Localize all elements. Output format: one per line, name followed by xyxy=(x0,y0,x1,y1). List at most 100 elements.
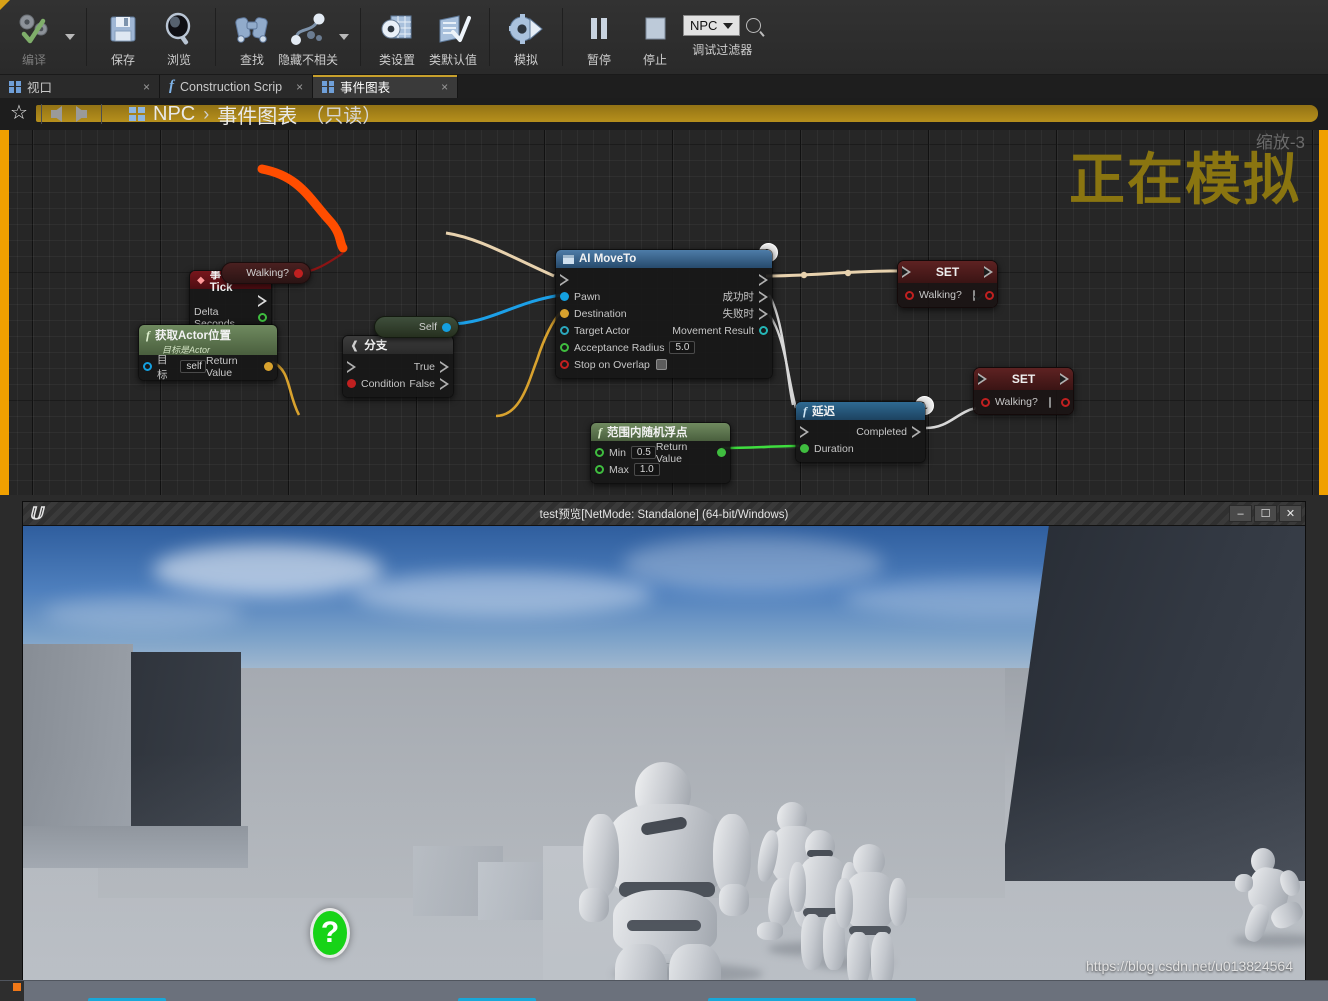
acceptance-radius-field[interactable]: 5.0 xyxy=(669,341,696,354)
node-get-actor-location[interactable]: f 获取Actor位置 目标是Actor 目标 self Return Valu… xyxy=(138,324,278,381)
pie-title-bar[interactable]: 𝕌 test预览[NetMode: Standalone] (64-bit/Wi… xyxy=(23,502,1305,526)
pin-label-on-success: 成功时 xyxy=(722,291,755,303)
checklist-icon xyxy=(435,9,471,49)
acceptance-radius-in-pin[interactable] xyxy=(560,343,569,352)
tab-event-graph[interactable]: 事件图表 × xyxy=(313,75,459,98)
set2-exec-out-pin[interactable] xyxy=(1060,373,1069,385)
save-button[interactable]: 保存 xyxy=(95,3,151,71)
exec-out-pin[interactable] xyxy=(258,294,267,307)
minimize-button[interactable]: – xyxy=(1229,505,1252,522)
stop-on-overlap-in-pin[interactable] xyxy=(560,360,569,369)
class-settings-label: 类设置 xyxy=(378,53,415,67)
on-success-pin[interactable] xyxy=(759,290,768,303)
pie-viewport[interactable]: https://blog.csdn.net/u013824564 xyxy=(23,526,1305,980)
set1-value-in-pin[interactable] xyxy=(905,290,914,300)
set2-exec-in-pin[interactable] xyxy=(978,373,987,385)
tab-viewport-close-icon[interactable]: × xyxy=(143,80,150,94)
delay-completed-pin[interactable] xyxy=(912,425,921,438)
browse-button[interactable]: 浏览 xyxy=(151,3,207,71)
compile-button[interactable]: 编译 xyxy=(6,3,62,71)
simulate-button[interactable]: 模拟 xyxy=(498,3,554,71)
node-random-float-in-range[interactable]: f 范围内随机浮点 Min 0.5 Return Value Max 1.0 xyxy=(590,422,731,484)
latent-node-icon xyxy=(563,254,574,264)
taskbar-item[interactable] xyxy=(82,981,172,1001)
hide-unrelated-button[interactable]: 隐藏不相关 xyxy=(278,3,338,71)
debug-filter-combo[interactable]: NPC xyxy=(683,15,741,36)
set2-value-checkbox[interactable] xyxy=(1048,396,1051,408)
set2-value-out-pin[interactable] xyxy=(1060,397,1070,407)
set1-value-checkbox[interactable] xyxy=(972,289,975,301)
node-set-walking-true[interactable]: SET Walking? xyxy=(897,260,998,308)
tab-construction-script-close-icon[interactable]: × xyxy=(296,80,303,94)
node-get-actor-location-header: f 获取Actor位置 目标是Actor xyxy=(139,325,277,355)
branch-exec-in-pin[interactable] xyxy=(347,360,356,373)
graph-grid-background: 缩放-3 正在模拟 ◆ 事 Tick Delta Seconds Walking… xyxy=(9,130,1319,495)
max-value-field[interactable]: 1.0 xyxy=(633,463,660,476)
branch-true-pin[interactable] xyxy=(440,360,449,373)
pause-button[interactable]: 暂停 xyxy=(571,3,627,71)
ai-exec-in-pin[interactable] xyxy=(560,273,569,286)
ai-exec-out-pin[interactable] xyxy=(759,273,768,286)
duration-in-pin[interactable] xyxy=(800,444,809,453)
return-value-out-pin[interactable] xyxy=(717,448,726,457)
node-ai-move-to-body: Pawn 成功时 Destination 失败时 Target Actor Mo… xyxy=(556,268,772,378)
tab-viewport[interactable]: 视口 × xyxy=(0,75,160,98)
start-button[interactable] xyxy=(0,980,24,1001)
node-branch[interactable]: ❰ 分支 True Condition False xyxy=(342,335,454,398)
forward-arrow-icon[interactable] xyxy=(76,106,87,122)
favorite-star-icon[interactable]: ☆ xyxy=(10,103,32,125)
stop-on-overlap-checkbox[interactable] xyxy=(655,359,667,370)
pin-label-stop-on-overlap: Stop on Overlap xyxy=(574,358,650,371)
tab-construction-script[interactable]: f Construction Scrip × xyxy=(160,75,314,98)
taskbar-item[interactable] xyxy=(702,981,922,1001)
set1-var-label: Walking? xyxy=(919,289,962,301)
return-value-out-pin[interactable] xyxy=(264,362,273,371)
set1-value-out-pin[interactable] xyxy=(984,290,994,300)
node-delay[interactable]: f 延迟 Completed Duration xyxy=(795,401,926,463)
target-actor-in-pin[interactable] xyxy=(560,326,569,335)
movement-result-out-pin[interactable] xyxy=(759,326,768,335)
hide-unrelated-dropdown-button[interactable] xyxy=(336,3,352,71)
pin-row-branch-condition: Condition False xyxy=(343,375,453,392)
compile-dropdown-button[interactable] xyxy=(62,3,78,71)
stop-button[interactable]: 停止 xyxy=(627,3,683,71)
delay-exec-in-pin[interactable] xyxy=(800,425,809,438)
set1-exec-in-pin[interactable] xyxy=(902,266,911,278)
tab-event-graph-close-icon[interactable]: × xyxy=(441,80,448,94)
node-self[interactable]: Self xyxy=(374,316,459,338)
min-value-field[interactable]: 0.5 xyxy=(630,446,656,459)
set2-value-in-pin[interactable] xyxy=(981,397,990,407)
debug-filter-value: NPC xyxy=(690,18,718,33)
back-arrow-icon[interactable] xyxy=(51,106,62,122)
destination-in-pin[interactable] xyxy=(560,309,569,318)
breadcrumb-leaf[interactable]: 事件图表 xyxy=(217,100,297,129)
delta-seconds-pin[interactable] xyxy=(258,313,267,322)
green-question-mark-icon[interactable]: ? xyxy=(310,908,350,958)
set1-exec-out-pin[interactable] xyxy=(984,266,993,278)
class-settings-button[interactable]: 类设置 xyxy=(369,3,425,71)
on-fail-pin[interactable] xyxy=(759,307,768,320)
event-graph-canvas[interactable]: 缩放-3 正在模拟 ◆ 事 Tick Delta Seconds Walking… xyxy=(0,130,1328,495)
close-button[interactable]: ✕ xyxy=(1279,505,1302,522)
breadcrumb: ☆ NPC › 事件图表 （只读） xyxy=(0,98,1328,130)
max-in-pin[interactable] xyxy=(595,465,604,474)
toolbar-divider xyxy=(489,8,490,66)
walking-out-pin[interactable] xyxy=(294,268,303,278)
node-ai-move-to[interactable]: AI MoveTo Pawn 成功时 Destination 失败时 Targe… xyxy=(555,249,773,379)
find-button[interactable]: 查找 xyxy=(224,3,280,71)
search-icon[interactable] xyxy=(746,18,762,33)
target-value-field[interactable]: self xyxy=(180,360,207,373)
event-graph-icon xyxy=(129,107,145,121)
branch-false-pin[interactable] xyxy=(440,377,449,390)
node-set-walking-false[interactable]: SET Walking? xyxy=(973,367,1074,415)
target-in-pin[interactable] xyxy=(143,362,152,371)
class-defaults-button[interactable]: 类默认值 xyxy=(425,3,481,71)
pawn-in-pin[interactable] xyxy=(560,292,569,301)
self-out-pin[interactable] xyxy=(442,322,451,332)
branch-condition-pin[interactable] xyxy=(347,379,356,388)
breadcrumb-root[interactable]: NPC xyxy=(153,103,195,126)
taskbar-item[interactable] xyxy=(452,981,542,1001)
node-get-walking[interactable]: Walking? xyxy=(221,262,311,284)
min-in-pin[interactable] xyxy=(595,448,604,457)
maximize-button[interactable]: ☐ xyxy=(1254,505,1277,522)
